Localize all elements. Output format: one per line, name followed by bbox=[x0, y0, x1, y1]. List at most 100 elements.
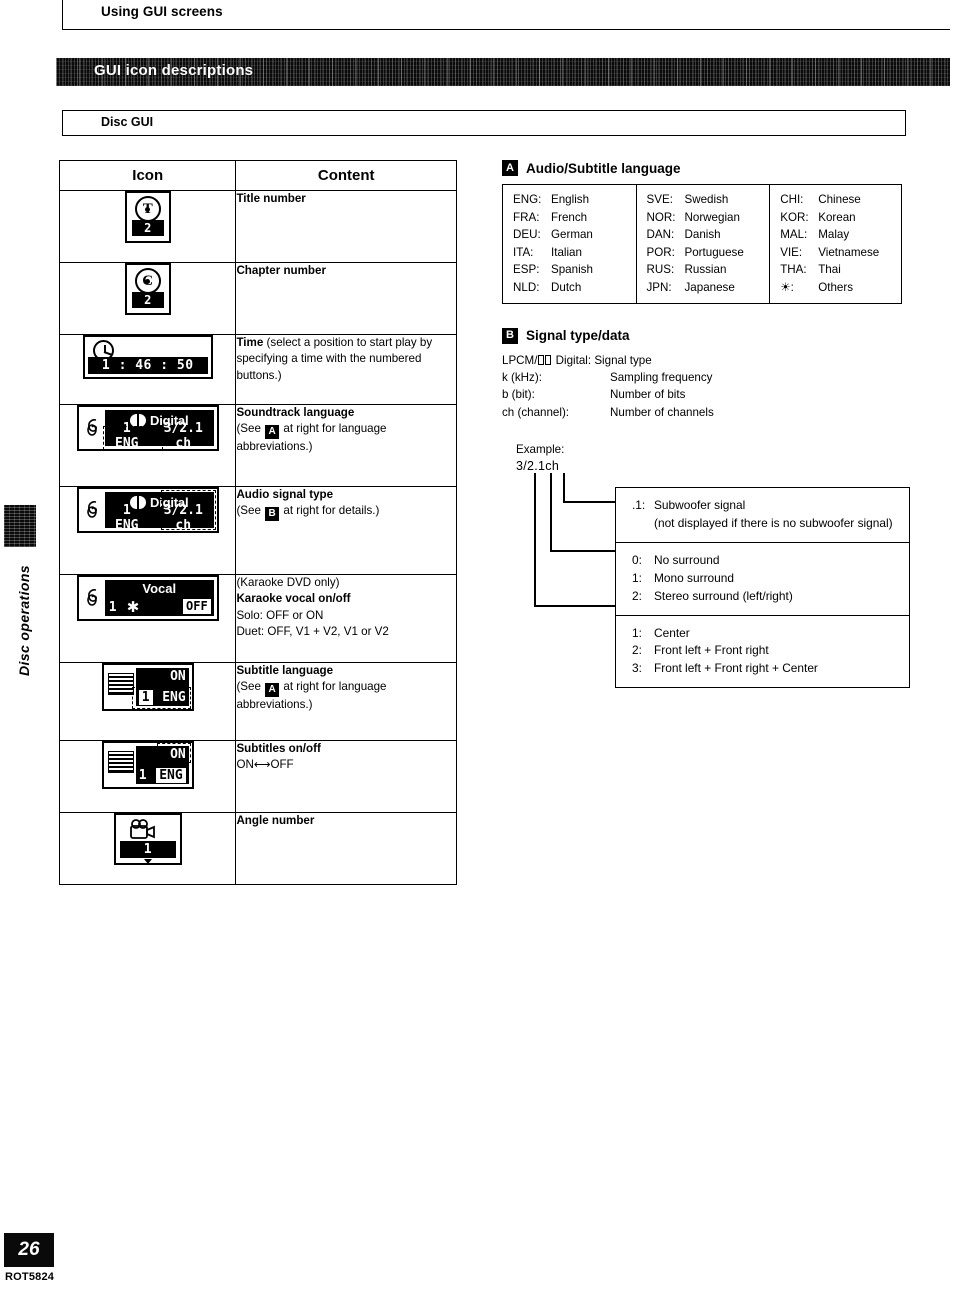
title-number-value: 2 bbox=[131, 220, 164, 236]
front-box: 1: Center 2: Front left + Front right 3: Fr… bbox=[616, 614, 909, 688]
signal-description-boxes: .1: Subwoofer signal (not displayed if th… bbox=[615, 487, 910, 689]
list-item: 0: No surround bbox=[632, 552, 899, 570]
asterisk-icon: ✱ bbox=[126, 599, 140, 616]
icon-cell: Digital 1 ENG 3/2.1 ch bbox=[58, 486, 237, 575]
content-cell: Angle number bbox=[235, 812, 457, 885]
table-row: Digital 1 ENG 3/2.1 ch bbox=[58, 404, 457, 487]
signal-example-diagram: Example: 3/2.1ch .1: Subwoofer signal (no… bbox=[502, 443, 910, 689]
row-title: Audio signal type bbox=[236, 488, 334, 501]
box-text: Front left + Front right bbox=[654, 643, 769, 658]
box-text: Subwoofer signal bbox=[654, 498, 746, 513]
list-item: MAL: Malay bbox=[780, 226, 897, 244]
chapter-letter: C bbox=[142, 272, 154, 289]
ref-badge-a: A bbox=[265, 683, 280, 698]
lang-name: Others bbox=[818, 281, 854, 295]
table-row: C 2 Chapter number bbox=[58, 262, 457, 335]
list-item: JPN: Japanese bbox=[647, 279, 766, 297]
list-item: KOR: Korean bbox=[780, 209, 897, 227]
chapter-disc-glyph: C bbox=[127, 267, 169, 295]
vocal-label: Vocal bbox=[142, 581, 177, 596]
vocal-off-value: OFF bbox=[183, 599, 211, 614]
table-row: ON 1 ENG Subtitle language (See A at rig… bbox=[58, 662, 457, 741]
lang-code: SVE: bbox=[646, 193, 673, 206]
language-section-title: Audio/Subtitle language bbox=[526, 160, 681, 176]
row-title: Karaoke vocal on/off bbox=[236, 592, 351, 606]
soundtrack-highlight bbox=[102, 426, 163, 450]
list-item: 1: Mono surround bbox=[632, 570, 899, 588]
row-title: Soundtrack language bbox=[236, 406, 355, 419]
section-banner: GUI icon descriptions bbox=[56, 58, 950, 86]
content-cell: Chapter number bbox=[235, 262, 457, 335]
list-item: THA: Thai bbox=[780, 261, 897, 279]
subtitle-glyph-icon bbox=[107, 673, 134, 695]
box-key: 1: bbox=[632, 570, 642, 585]
table-row: ON 1 ENG Subtitles on/off ON⟷OFF bbox=[58, 740, 457, 813]
list-item: FRA: French bbox=[513, 209, 632, 227]
box-key: 0: bbox=[632, 552, 642, 567]
lang-code: DAN: bbox=[646, 228, 675, 242]
disc-icon: C bbox=[134, 268, 161, 294]
row-title: Subtitle language bbox=[236, 664, 334, 677]
subwoofer-box: .1: Subwoofer signal (not displayed if th… bbox=[616, 488, 909, 542]
table-header-row: Icon Content bbox=[58, 160, 457, 191]
row-desc-pre: (See bbox=[236, 504, 265, 518]
subtitle-lang-value: ENG bbox=[156, 767, 186, 783]
row-pretitle: (Karaoke DVD only) bbox=[236, 576, 340, 589]
box-text: Front left + Front right + Center bbox=[654, 661, 818, 676]
row-title: Time bbox=[236, 336, 264, 349]
icon-cell: C 2 bbox=[58, 262, 237, 335]
row-desc-pre: (See bbox=[236, 680, 265, 694]
page-number-box: 26 bbox=[4, 1233, 54, 1267]
angle-number-value: 1 bbox=[119, 841, 176, 858]
content-cell: Subtitle language (See A at right for la… bbox=[235, 662, 457, 741]
list-item: .1: Subwoofer signal bbox=[632, 497, 899, 515]
dolby-logo-icon bbox=[538, 354, 552, 365]
chapter-number-icon: C 2 bbox=[124, 263, 171, 315]
icon-cell: ON 1 ENG bbox=[58, 662, 237, 741]
title-number-icon: T 2 bbox=[124, 191, 171, 243]
badge-a: A bbox=[502, 160, 518, 176]
audio-lang-value: 1 ENG bbox=[115, 503, 139, 533]
icon-cell: Digital 1 ENG 3/2.1 ch bbox=[58, 404, 237, 487]
lang-name: Italian bbox=[551, 245, 582, 259]
list-item: ch (channel): Number of channels bbox=[502, 404, 910, 421]
lang-code: NOR: bbox=[646, 210, 676, 224]
box-key: 1: bbox=[632, 625, 642, 640]
list-item: 1: Center bbox=[632, 625, 899, 643]
list-item: DAN: Danish bbox=[647, 226, 766, 244]
lang-code: JPN: bbox=[646, 281, 672, 295]
subsection-bar-title: Disc GUI bbox=[101, 115, 154, 129]
lang-name: French bbox=[551, 210, 588, 224]
row-desc-duet: Duet: OFF, V1 + V2, V1 or V2 bbox=[236, 625, 389, 639]
example-value: 3/2.1ch bbox=[516, 459, 560, 474]
document-code: ROT5824 bbox=[5, 1271, 55, 1283]
list-item: NOR: Norwegian bbox=[647, 209, 766, 227]
row-title: Title number bbox=[236, 192, 306, 205]
signal-value: Sampling frequency bbox=[610, 371, 713, 385]
lang-code: KOR: bbox=[780, 210, 809, 224]
content-cell: Soundtrack language (See A at right for … bbox=[235, 404, 457, 487]
list-item: CHI: Chinese bbox=[780, 191, 897, 209]
lang-name: Swedish bbox=[684, 193, 729, 206]
lang-name: Chinese bbox=[818, 193, 861, 206]
audio-note-icon bbox=[86, 589, 97, 606]
lpcm-label: LPCM/ bbox=[502, 353, 538, 367]
lang-column-2: SVE: Swedish NOR: Norwegian DAN: Danish POR… bbox=[635, 184, 771, 304]
row-title: Subtitles on/off bbox=[236, 742, 321, 755]
lang-name: Japanese bbox=[684, 281, 735, 295]
lang-column-3: CHI: Chinese KOR: Korean MAL: Malay VIE: Vie… bbox=[769, 184, 902, 304]
surround-box: 0: No surround 1: Mono surround 2: Stereo s… bbox=[616, 541, 909, 615]
lang-code: CHI: bbox=[780, 193, 804, 206]
box-subtext: (not displayed if there is no subwoofer … bbox=[654, 516, 893, 531]
gui-icon-table: Icon Content T 2 Title number C 2 Chapte… bbox=[58, 160, 457, 885]
box-key: 2: bbox=[632, 588, 642, 603]
list-item: ITA: Italian bbox=[513, 244, 632, 262]
karaoke-vocal-icon: Vocal 1 ✱ OFF bbox=[76, 575, 219, 621]
box-text: Stereo surround (left/right) bbox=[654, 588, 793, 603]
icon-cell: T 2 bbox=[58, 190, 237, 263]
signal-key: b (bit): bbox=[502, 388, 535, 402]
chapter-number-value: 2 bbox=[131, 292, 164, 308]
list-item: POR: Portuguese bbox=[647, 244, 766, 262]
content-cell: Time (select a position to start play by… bbox=[235, 334, 457, 405]
lang-code: RUS: bbox=[646, 263, 675, 277]
